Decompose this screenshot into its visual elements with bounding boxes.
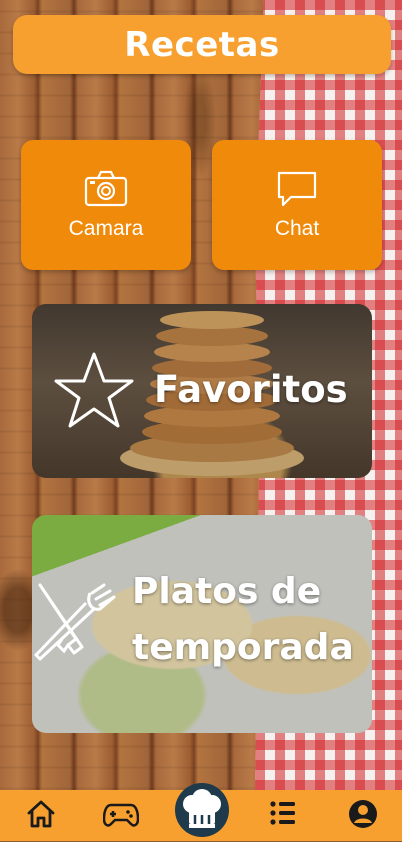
- seasonal-title-line1: Platos de: [132, 571, 322, 612]
- favorites-title: Favoritos: [154, 368, 348, 411]
- page-title: Recetas: [124, 24, 280, 65]
- gamepad-icon[interactable]: [103, 802, 139, 828]
- chat-label: Chat: [274, 217, 320, 240]
- chat-button[interactable]: Chat: [212, 140, 382, 270]
- user-icon[interactable]: [348, 799, 378, 829]
- seasonal-dishes-card[interactable]: Platos de temporada: [32, 515, 372, 733]
- chef-hat-icon: [175, 783, 229, 837]
- chat-bubble-icon: [277, 171, 317, 207]
- camera-button[interactable]: Camara: [21, 140, 191, 270]
- list-icon[interactable]: [269, 799, 297, 827]
- home-icon[interactable]: [26, 799, 56, 829]
- camera-label: Camara: [68, 217, 144, 240]
- favorites-card[interactable]: Favoritos: [32, 304, 372, 478]
- camera-icon: [84, 170, 128, 207]
- header-bar: Recetas: [13, 15, 391, 74]
- seasonal-title-line2: temporada: [132, 627, 354, 668]
- knife-fork-icon: [34, 583, 116, 661]
- bottom-navigation: [0, 783, 402, 841]
- star-icon: [54, 352, 134, 428]
- recipes-nav-button[interactable]: [174, 782, 230, 838]
